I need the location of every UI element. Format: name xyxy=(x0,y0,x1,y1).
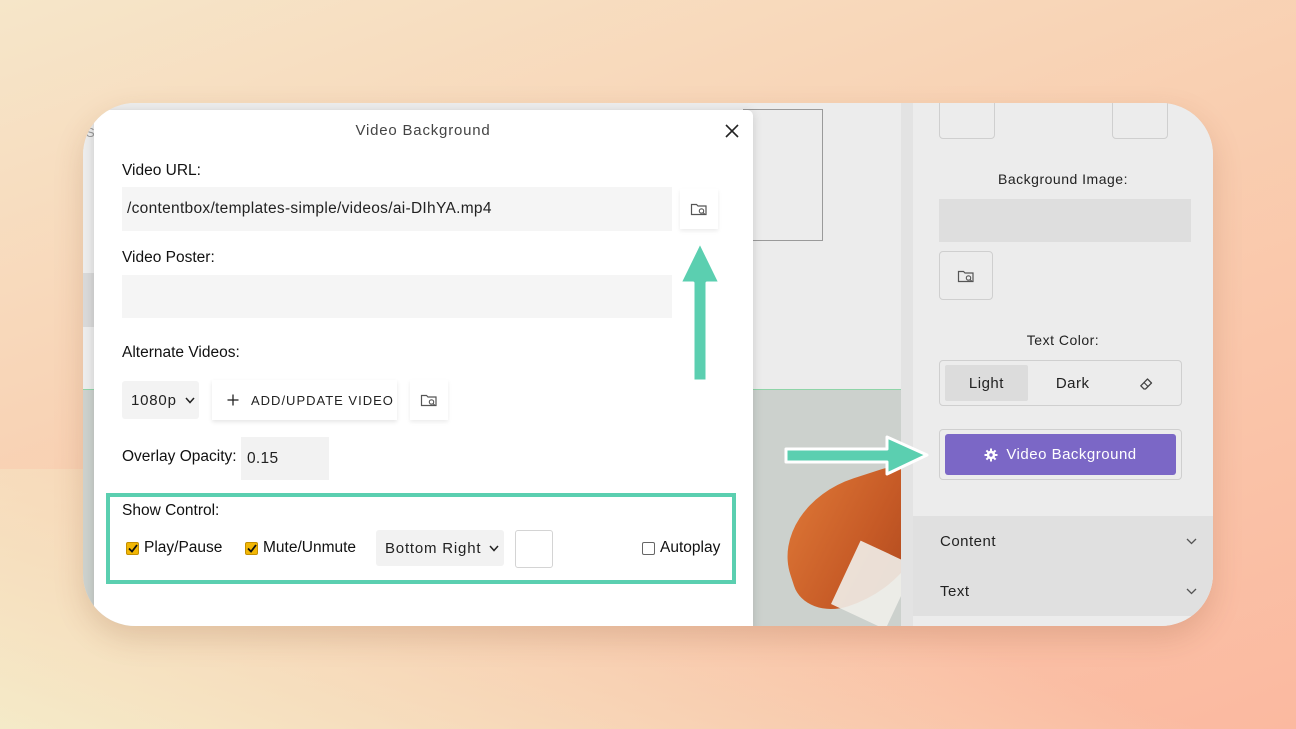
control-position-select[interactable]: Bottom Right xyxy=(376,530,504,566)
show-control-label: Show Control: xyxy=(122,502,220,519)
canvas-textarea[interactable] xyxy=(743,109,823,241)
autoplay-label: Autoplay xyxy=(660,539,721,556)
add-update-video-label: ADD/UPDATE VIDEO xyxy=(251,392,394,408)
mute-unmute-label: Mute/Unmute xyxy=(263,539,357,556)
control-position-value: Bottom Right xyxy=(385,539,482,557)
overlay-opacity-label: Overlay Opacity: xyxy=(122,448,237,465)
video-background-button[interactable]: Video Background xyxy=(945,434,1176,475)
folder-search-icon xyxy=(690,203,707,216)
video-background-button-label: Video Background xyxy=(1006,446,1137,463)
chevron-down-icon xyxy=(1186,588,1197,594)
panel-top-box-right[interactable] xyxy=(1112,103,1168,139)
app-window: S Background Image: Text Color: Light Da… xyxy=(83,103,1213,626)
dialog-title: Video Background xyxy=(355,122,491,139)
resolution-select[interactable]: 1080p xyxy=(122,381,199,419)
close-icon xyxy=(725,124,739,138)
folder-search-icon xyxy=(420,394,437,407)
video-background-button-wrap: Video Background xyxy=(939,429,1182,480)
play-pause-label: Play/Pause xyxy=(144,539,223,556)
chevron-down-icon xyxy=(185,397,195,404)
autoplay-option[interactable]: Autoplay xyxy=(642,539,720,557)
checkmark-icon xyxy=(127,543,138,553)
eraser-icon xyxy=(1140,377,1153,390)
resolution-select-value: 1080p xyxy=(131,391,177,409)
alternate-video-browse-button[interactable] xyxy=(410,380,448,420)
folder-search-icon xyxy=(957,270,974,282)
accordion-content[interactable]: Content xyxy=(913,516,1213,566)
background-image-label: Background Image: xyxy=(998,171,1128,187)
mute-unmute-option[interactable]: Mute/Unmute xyxy=(245,539,356,557)
checkmark-icon xyxy=(246,543,257,553)
video-url-browse-button[interactable] xyxy=(680,189,718,229)
gear-icon xyxy=(984,448,998,461)
text-color-dark-button[interactable]: Dark xyxy=(1028,365,1118,401)
play-pause-option[interactable]: Play/Pause xyxy=(126,539,222,557)
text-color-group: Light Dark xyxy=(939,360,1182,406)
accordion-text[interactable]: Text xyxy=(913,566,1213,616)
control-color-swatch[interactable] xyxy=(515,530,553,568)
text-color-light-button[interactable]: Light xyxy=(945,365,1028,401)
chevron-down-icon xyxy=(489,545,499,552)
video-url-input[interactable]: /contentbox/templates-simple/videos/ai-D… xyxy=(122,187,672,231)
close-button[interactable] xyxy=(723,122,741,140)
chevron-down-icon xyxy=(1186,538,1197,544)
alternate-videos-label: Alternate Videos: xyxy=(122,344,240,361)
mute-unmute-checkbox[interactable] xyxy=(245,541,258,555)
background-image-browse-button[interactable] xyxy=(939,251,993,300)
panel-top-box-left[interactable] xyxy=(939,103,995,139)
video-poster-input[interactable] xyxy=(122,275,672,318)
accordion-content-label: Content xyxy=(940,532,997,550)
video-url-label: Video URL: xyxy=(122,162,201,179)
settings-panel: Background Image: Text Color: Light Dark… xyxy=(901,103,1213,626)
plus-icon xyxy=(227,394,239,406)
play-pause-checkbox[interactable] xyxy=(126,541,139,555)
text-color-label: Text Color: xyxy=(1026,332,1100,348)
text-color-clear-button[interactable] xyxy=(1118,365,1176,401)
video-poster-label: Video Poster: xyxy=(122,249,215,266)
background-image-field[interactable] xyxy=(939,199,1191,242)
accordion-text-label: Text xyxy=(940,582,970,600)
video-background-dialog: Video Background Video URL: /contentbox/… xyxy=(94,110,753,626)
autoplay-checkbox[interactable] xyxy=(642,541,655,555)
overlay-opacity-input[interactable]: 0.15 xyxy=(241,437,329,480)
add-update-video-button[interactable]: ADD/UPDATE VIDEO xyxy=(212,380,397,420)
